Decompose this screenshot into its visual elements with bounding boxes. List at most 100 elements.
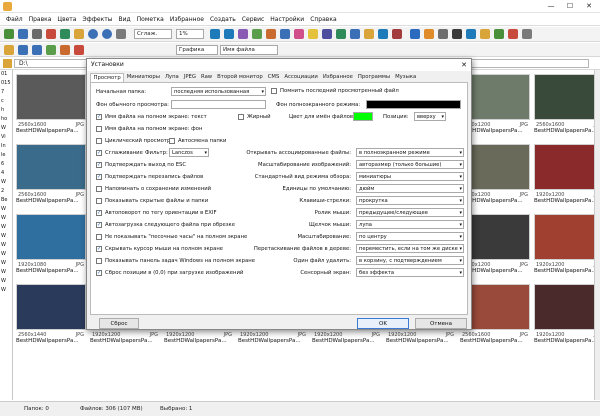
zoom-in-icon[interactable]: [88, 29, 98, 39]
scan-icon[interactable]: [336, 29, 346, 39]
save-icon[interactable]: [18, 29, 28, 39]
folder-tree-item[interactable]: In: [0, 142, 12, 151]
hide-cursor-checkbox[interactable]: ✓: [96, 246, 102, 252]
menu-view[interactable]: Вид: [115, 16, 133, 23]
folder-tree-item[interactable]: Be: [0, 196, 12, 205]
folder-tree-item[interactable]: 01: [0, 70, 12, 79]
setting-select[interactable]: прокрутка ▾: [356, 196, 464, 205]
thumbnail-cell[interactable]: 1920x1200JPGBestHDWallpapersPa...: [532, 282, 594, 344]
folder-tree-item[interactable]: 7: [0, 88, 12, 97]
filter-select[interactable]: Lanczos ▾: [169, 148, 209, 157]
menu-tools[interactable]: Сервис: [239, 16, 267, 23]
no-hourglass-checkbox[interactable]: [96, 234, 102, 240]
cyclic-view-checkbox[interactable]: [96, 138, 102, 144]
setting-select[interactable]: лупа ▾: [356, 220, 464, 229]
rotate-left-icon[interactable]: [210, 29, 220, 39]
bg-fullscreen-color[interactable]: [366, 100, 461, 109]
folder-tree-item[interactable]: h: [0, 106, 12, 115]
menu-settings[interactable]: Настройки: [267, 16, 307, 23]
confirm-overwrite-checkbox[interactable]: ✓: [96, 174, 102, 180]
web-icon[interactable]: [466, 29, 476, 39]
zoom-out-icon[interactable]: [102, 29, 112, 39]
tab-jpeg[interactable]: JPEG: [181, 73, 198, 82]
folder-icon[interactable]: [74, 29, 84, 39]
tab-programs[interactable]: Программы: [355, 73, 392, 82]
reset-position-checkbox[interactable]: ✓: [96, 270, 102, 276]
tab-view[interactable]: Просмотр: [90, 73, 125, 82]
forward-icon[interactable]: [32, 45, 42, 55]
setting-select[interactable]: без эффекта ▾: [356, 268, 464, 277]
zoom-select[interactable]: 1%: [176, 29, 204, 39]
folder-tree-item[interactable]: le: [0, 151, 12, 160]
star-icon[interactable]: [480, 29, 490, 39]
tab-music[interactable]: Музыка: [393, 73, 419, 82]
autoload-next-checkbox[interactable]: ✓: [96, 222, 102, 228]
thumbnail-cell[interactable]: 2560x1600JPGBestHDWallpapersPa...: [14, 72, 88, 134]
dialog-close-button[interactable]: ✕: [461, 59, 467, 71]
menu-colors[interactable]: Цвета: [54, 16, 79, 23]
filename-fullscreen-text-checkbox[interactable]: ✓: [96, 114, 102, 120]
folder-tree-item[interactable]: 4: [0, 169, 12, 178]
folder-tree-item[interactable]: W: [0, 259, 12, 268]
setting-select[interactable]: в полноэкранном режиме ▾: [356, 148, 464, 157]
folder-tree-item[interactable]: W: [0, 232, 12, 241]
folder-tree-item[interactable]: W: [0, 124, 12, 133]
filename-fullscreen-bg-checkbox[interactable]: [96, 126, 102, 132]
tab-favorites[interactable]: Избранное: [320, 73, 355, 82]
thumbnail-cell[interactable]: 1920x1080 JPG BestHDWallpapersPa...: [14, 212, 88, 274]
setting-select[interactable]: предыдущее/следующее ▾: [356, 208, 464, 217]
menu-file[interactable]: Файл: [3, 16, 26, 23]
thumbnail-cell[interactable]: 1920x1200JPGBestHDWallpapersPa...: [532, 142, 594, 204]
grid-scrollbar[interactable]: [594, 70, 600, 400]
rotate-right-icon[interactable]: [224, 29, 234, 39]
color-icon[interactable]: [294, 29, 304, 39]
menu-favorites[interactable]: Избранное: [167, 16, 207, 23]
film-icon[interactable]: [452, 29, 462, 39]
tab-associations[interactable]: Ассоциации: [282, 73, 320, 82]
folder-tree-item[interactable]: ho: [0, 115, 12, 124]
folder-tree-item[interactable]: W: [0, 241, 12, 250]
browse-icon[interactable]: [32, 29, 42, 39]
effects-icon[interactable]: [266, 29, 276, 39]
folder-up-icon[interactable]: [4, 45, 14, 55]
folder-tree-item[interactable]: W: [0, 205, 12, 214]
smoothing-toggle[interactable]: Сглаж.: [134, 29, 172, 39]
tab-second-monitor[interactable]: Второй монитор: [215, 73, 266, 82]
bg-normal-color[interactable]: [171, 100, 266, 109]
folder-tree-item[interactable]: 2: [0, 187, 12, 196]
view-select[interactable]: Графика: [176, 45, 218, 55]
auto-folder-checkbox[interactable]: [169, 138, 175, 144]
remind-save-checkbox[interactable]: [96, 186, 102, 192]
folder-tree-item[interactable]: W: [0, 250, 12, 259]
remember-last-file-checkbox[interactable]: [271, 88, 277, 94]
settings-icon[interactable]: [350, 29, 360, 39]
setting-select[interactable]: дюйм ▾: [356, 184, 464, 193]
setting-select[interactable]: авторазмер (только большие) ▾: [356, 160, 464, 169]
back-icon[interactable]: [18, 45, 28, 55]
batch-icon[interactable]: [424, 29, 434, 39]
open-icon[interactable]: [4, 29, 14, 39]
folder-tree-item[interactable]: 015: [0, 79, 12, 88]
folder-tree-item[interactable]: W: [0, 277, 12, 286]
tab-magnifier[interactable]: Лупа: [162, 73, 181, 82]
print-icon[interactable]: [322, 29, 332, 39]
ok-button[interactable]: OK: [357, 318, 409, 329]
close-button[interactable]: ✕: [582, 0, 596, 13]
thumbnail-cell[interactable]: 2560x1600JPGBestHDWallpapersPa...: [532, 72, 594, 134]
show-hidden-checkbox[interactable]: [96, 198, 102, 204]
setting-select[interactable]: переместить, если на том же диске ▾: [356, 244, 464, 253]
folder-tree-item[interactable]: W: [0, 286, 12, 295]
menu-mark[interactable]: Пометка: [134, 16, 167, 23]
exit-icon[interactable]: [392, 29, 402, 39]
help-icon[interactable]: [522, 29, 532, 39]
smoothing-checkbox[interactable]: ✓: [96, 150, 102, 156]
show-taskbar-checkbox[interactable]: [96, 258, 102, 264]
thumbnail-cell[interactable]: 2560x1440 JPG BestHDWallpapersPa...: [14, 282, 88, 344]
setting-select[interactable]: миниатюры ▾: [356, 172, 464, 181]
minimize-button[interactable]: —: [544, 0, 558, 13]
capture-icon[interactable]: [438, 29, 448, 39]
slideshow-icon[interactable]: [280, 29, 290, 39]
sort-select[interactable]: Имя файла: [220, 45, 278, 55]
original-size-icon[interactable]: [116, 29, 126, 39]
delete-file-icon[interactable]: [74, 45, 84, 55]
